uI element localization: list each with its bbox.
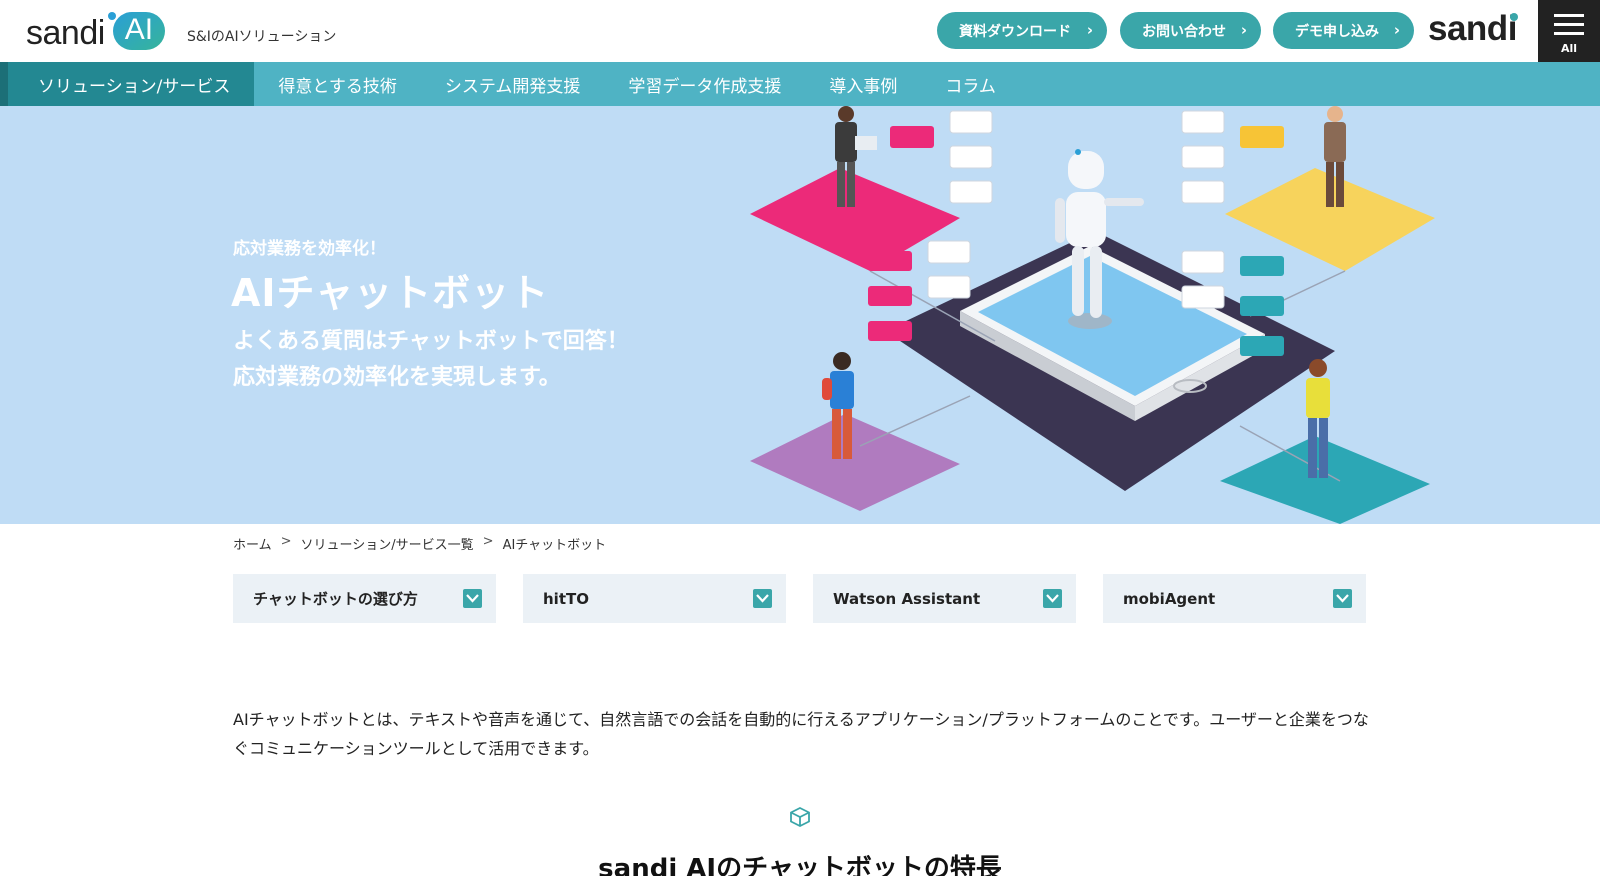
dropdown-label: チャットボットの選び方 [253, 590, 418, 608]
chevron-down-icon [1043, 589, 1062, 608]
hero-description: よくある質問はチャットボットで回答！ 応対業務の効率化を実現します。 [233, 324, 693, 396]
hero-eyebrow: 応対業務を効率化！ [233, 239, 386, 259]
breadcrumb-solutions-list[interactable]: ソリューション/サービス一覧 [301, 534, 474, 553]
logo-wordmark: sandi [26, 14, 105, 52]
logo-tagline: S&IのAIソリューション [187, 29, 337, 45]
breadcrumb-separator: > [280, 534, 292, 549]
nav-item-column[interactable]: コラム [921, 62, 1020, 106]
chatbot-isometric-illustration [750, 106, 1435, 524]
logo-ai-text: AI [124, 13, 154, 46]
dropdown-hitto[interactable]: hitTO [523, 574, 786, 623]
brand-dot [1510, 13, 1518, 21]
hero-description-line: よくある質問はチャットボットで回答！ [233, 329, 629, 354]
demo-request-button[interactable]: デモ申し込み › [1273, 12, 1414, 49]
global-nav: ソリューション/サービス 得意とする技術 システム開発支援 学習データ作成支援 … [0, 62, 1600, 106]
nav-item-system-dev[interactable]: システム開発支援 [421, 62, 605, 106]
contact-label: お問い合わせ [1142, 23, 1226, 40]
demo-request-label: デモ申し込み [1295, 23, 1379, 40]
hamburger-menu-button[interactable]: All [1538, 0, 1600, 62]
cube-icon [789, 806, 811, 832]
chevron-down-icon [753, 589, 772, 608]
hero-title: AIチャットボット [231, 271, 550, 315]
nav-item-case-studies[interactable]: 導入事例 [805, 62, 921, 106]
logo-ai-mark: AI [107, 10, 167, 52]
menu-bar [1554, 14, 1584, 17]
hero-banner: 応対業務を効率化！ AIチャットボット よくある質問はチャットボットで回答！ 応… [0, 106, 1600, 524]
download-docs-label: 資料ダウンロード [959, 23, 1071, 40]
section-jump-dropdowns: チャットボットの選び方 hitTO Watson Assistant mobiA… [233, 574, 1366, 623]
breadcrumb: ホーム > ソリューション/サービス一覧 > AIチャットボット [233, 534, 606, 553]
dropdown-label: mobiAgent [1123, 589, 1216, 608]
dropdown-how-to-choose[interactable]: チャットボットの選び方 [233, 574, 496, 623]
breadcrumb-separator: > [482, 534, 494, 549]
menu-bar [1554, 23, 1584, 26]
chevron-right-icon: › [1240, 21, 1247, 39]
chevron-down-icon [1333, 589, 1352, 608]
menu-bar [1554, 32, 1584, 35]
download-docs-button[interactable]: 資料ダウンロード › [937, 12, 1107, 49]
menu-label: All [1560, 42, 1578, 55]
dropdown-label: Watson Assistant [833, 589, 981, 608]
sandi-ai-logo[interactable]: sandi AI [26, 10, 167, 52]
site-header: sandi AI S&IのAIソリューション 資料ダウンロード › お問い合わせ… [0, 0, 1600, 62]
dropdown-label: hitTO [543, 589, 589, 608]
dropdown-watson-assistant[interactable]: Watson Assistant [813, 574, 1076, 623]
hero-description-line: 応対業務の効率化を実現します。 [233, 365, 561, 390]
nav-item-solutions[interactable]: ソリューション/サービス [0, 62, 255, 106]
intro-paragraph: AIチャットボットとは、テキストや音声を通じて、自然言語での会話を自動的に行える… [233, 710, 1369, 758]
chevron-down-icon [463, 589, 482, 608]
breadcrumb-current: AIチャットボット [502, 538, 607, 553]
features-section-title: sandi AIのチャットボットの特長 [598, 854, 1002, 876]
breadcrumb-home[interactable]: ホーム [233, 534, 272, 553]
dropdown-mobiagent[interactable]: mobiAgent [1103, 574, 1366, 623]
chevron-right-icon: › [1086, 21, 1093, 39]
sandi-brand-logo[interactable]: sandi [1428, 9, 1517, 49]
contact-button[interactable]: お問い合わせ › [1120, 12, 1261, 49]
nav-item-technology[interactable]: 得意とする技術 [254, 62, 421, 106]
nav-item-training-data[interactable]: 学習データ作成支援 [604, 62, 805, 106]
chevron-right-icon: › [1393, 21, 1400, 39]
